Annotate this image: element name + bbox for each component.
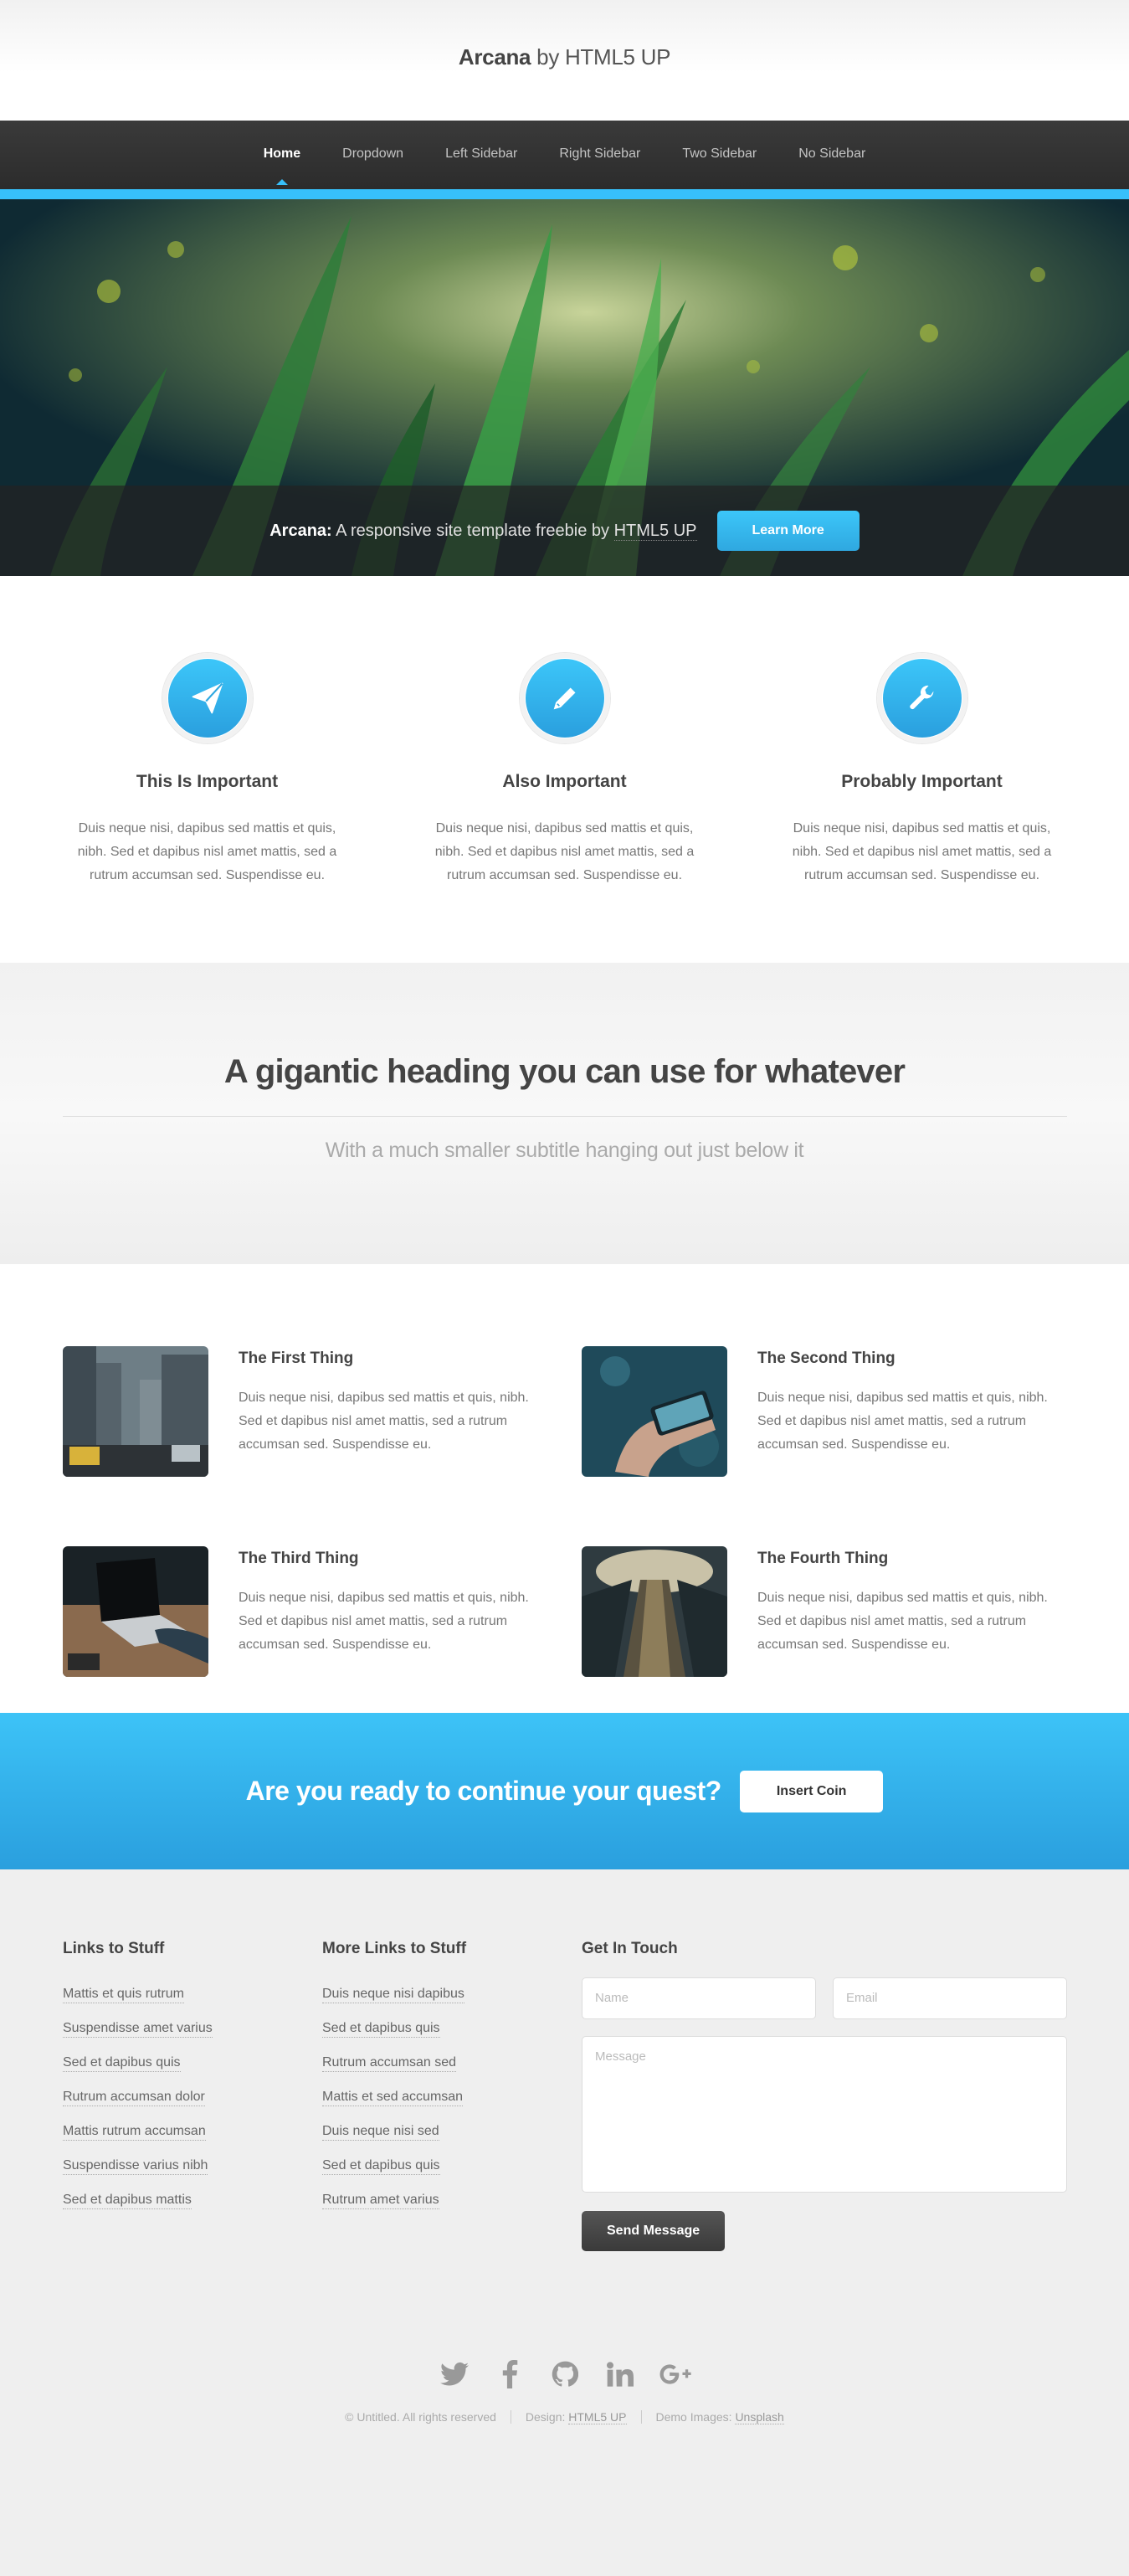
escalator-image[interactable]: [582, 1545, 727, 1677]
send-message-button[interactable]: Send Message: [582, 2211, 726, 2251]
feature-icon-ring: [162, 653, 253, 743]
footer-links-column: Links to Stuff Mattis et quis rutrum Sus…: [63, 1940, 322, 2251]
hero-banner: Arcana: A responsive site template freeb…: [0, 189, 1129, 576]
nav-item-right-sidebar[interactable]: Right Sidebar: [538, 147, 661, 162]
footer-column-title: Links to Stuff: [63, 1940, 165, 1957]
banner-caption: Arcana: A responsive site template freeb…: [0, 486, 1129, 576]
footer-link[interactable]: Sed et dapibus quis: [322, 2021, 582, 2038]
thing-text: Duis neque nisi, dapibus sed mattis et q…: [757, 1391, 1048, 1452]
nav-item-home[interactable]: Home: [243, 147, 321, 162]
feature-text: Duis neque nisi, dapibus sed mattis et q…: [77, 821, 337, 882]
images-credit: Demo Images: Unsplash: [640, 2410, 798, 2424]
gigantic-subtitle: With a much smaller subtitle hanging out…: [325, 1139, 804, 1162]
footer-link[interactable]: Rutrum amet varius: [322, 2193, 582, 2209]
footer-link[interactable]: Suspendisse amet varius: [63, 2021, 322, 2038]
pencil-icon: [525, 659, 604, 738]
footer-link[interactable]: Rutrum accumsan sed: [322, 2055, 582, 2072]
feature-icon-ring: [876, 653, 967, 743]
thing-title[interactable]: The Third Thing: [239, 1550, 553, 1568]
thing-item: The Third Thing Duis neque nisi, dapibus…: [63, 1545, 582, 1714]
gigantic-heading: A gigantic heading you can use for whate…: [223, 1053, 906, 1090]
banner-tagline: A responsive site template freebie by: [336, 521, 610, 540]
cta-section: Are you ready to continue your quest? In…: [0, 1713, 1129, 1869]
nav-item-left-sidebar[interactable]: Left Sidebar: [424, 147, 538, 162]
feature-text: Duis neque nisi, dapibus sed mattis et q…: [792, 821, 1052, 882]
feature-card: Probably Important Duis neque nisi, dapi…: [743, 653, 1101, 963]
site-header: Arcana by HTML5 UP: [0, 0, 1129, 121]
thing-title[interactable]: The First Thing: [239, 1350, 553, 1368]
footer-link[interactable]: Duis neque nisi sed: [322, 2124, 582, 2141]
images-link[interactable]: Unsplash: [735, 2410, 784, 2424]
laptop-image[interactable]: [63, 1545, 208, 1677]
feature-text: Duis neque nisi, dapibus sed mattis et q…: [434, 821, 695, 882]
contact-form: Get In Touch Name Email Message Send Mes…: [582, 1940, 1067, 2251]
feature-title: Probably Important: [841, 772, 1003, 791]
email-field[interactable]: Email: [833, 1977, 1067, 2019]
footer-link[interactable]: Sed et dapibus mattis: [63, 2193, 322, 2209]
nav-item-no-sidebar[interactable]: No Sidebar: [777, 147, 886, 162]
footer-link[interactable]: Mattis et quis rutrum: [63, 1987, 322, 2003]
divider: [62, 1116, 1067, 1117]
thing-text: Duis neque nisi, dapibus sed mattis et q…: [239, 1391, 529, 1452]
footer-link[interactable]: Suspendisse varius nibh: [63, 2158, 322, 2175]
city-street-image[interactable]: [63, 1346, 208, 1477]
footer-link[interactable]: Sed et dapibus quis: [63, 2055, 322, 2072]
nav-item-two-sidebar[interactable]: Two Sidebar: [661, 147, 777, 162]
design-link[interactable]: HTML5 UP: [568, 2410, 627, 2424]
learn-more-button[interactable]: Learn More: [716, 511, 860, 551]
copyright-bar: © Untitled. All rights reserved Design: H…: [0, 2410, 1129, 2424]
features-section: This Is Important Duis neque nisi, dapib…: [0, 576, 1129, 963]
banner-text: Arcana: A responsive site template freeb…: [269, 521, 697, 541]
things-section: The First Thing Duis neque nisi, dapibus…: [0, 1264, 1129, 1713]
cta-heading: Are you ready to continue your quest?: [245, 1776, 722, 1806]
feature-card: This Is Important Duis neque nisi, dapib…: [28, 653, 386, 963]
copyright-text: © Untitled. All rights reserved: [345, 2410, 496, 2424]
social-links: [0, 2358, 1129, 2390]
brand-suffix: by HTML5 UP: [536, 44, 671, 69]
footer-column-title: More Links to Stuff: [322, 1940, 467, 1957]
thing-title[interactable]: The Fourth Thing: [757, 1550, 1072, 1568]
nav-item-dropdown[interactable]: Dropdown: [321, 147, 424, 162]
twitter-icon[interactable]: [439, 2358, 470, 2390]
google-plus-icon[interactable]: [659, 2358, 691, 2390]
footer-link[interactable]: Duis neque nisi dapibus: [322, 1987, 582, 2003]
thing-item: The Second Thing Duis neque nisi, dapibu…: [582, 1346, 1067, 1514]
banner-link[interactable]: HTML5 UP: [613, 521, 697, 541]
facebook-icon[interactable]: [494, 2358, 526, 2390]
feature-title: Also Important: [502, 772, 627, 791]
thing-text: Duis neque nisi, dapibus sed mattis et q…: [757, 1590, 1048, 1652]
feature-icon-ring: [519, 653, 610, 743]
feature-title: This Is Important: [136, 772, 279, 791]
footer-more-links-column: More Links to Stuff Duis neque nisi dapi…: [322, 1940, 582, 2251]
thing-item: The Fourth Thing Duis neque nisi, dapibu…: [582, 1545, 1067, 1714]
github-icon[interactable]: [549, 2358, 581, 2390]
footer-link[interactable]: Mattis rutrum accumsan: [63, 2124, 322, 2141]
main-nav: Home Dropdown Left Sidebar Right Sidebar…: [0, 121, 1129, 189]
site-footer: Links to Stuff Mattis et quis rutrum Sus…: [0, 1869, 1129, 2576]
footer-link[interactable]: Mattis et sed accumsan: [322, 2090, 582, 2106]
contact-title: Get In Touch: [582, 1940, 678, 1957]
name-field[interactable]: Name: [582, 1977, 816, 2019]
footer-link[interactable]: Sed et dapibus quis: [322, 2158, 582, 2175]
thing-item: The First Thing Duis neque nisi, dapibus…: [63, 1346, 582, 1514]
site-logo[interactable]: Arcana by HTML5 UP: [458, 44, 671, 70]
thing-title[interactable]: The Second Thing: [757, 1350, 1072, 1368]
message-field[interactable]: Message: [582, 2036, 1067, 2193]
phone-in-hand-image[interactable]: [582, 1346, 727, 1477]
feature-card: Also Important Duis neque nisi, dapibus …: [386, 653, 743, 963]
insert-coin-button[interactable]: Insert Coin: [739, 1770, 884, 1812]
banner-brand: Arcana:: [269, 521, 332, 540]
wrench-icon: [882, 659, 962, 738]
brand-name: Arcana: [458, 44, 531, 69]
footer-link[interactable]: Rutrum accumsan dolor: [63, 2090, 322, 2106]
linkedin-icon[interactable]: [604, 2358, 636, 2390]
design-credit: Design: HTML5 UP: [510, 2410, 641, 2424]
thing-text: Duis neque nisi, dapibus sed mattis et q…: [239, 1590, 529, 1652]
heading-section: A gigantic heading you can use for whate…: [0, 963, 1129, 1264]
paper-plane-icon: [167, 659, 247, 738]
